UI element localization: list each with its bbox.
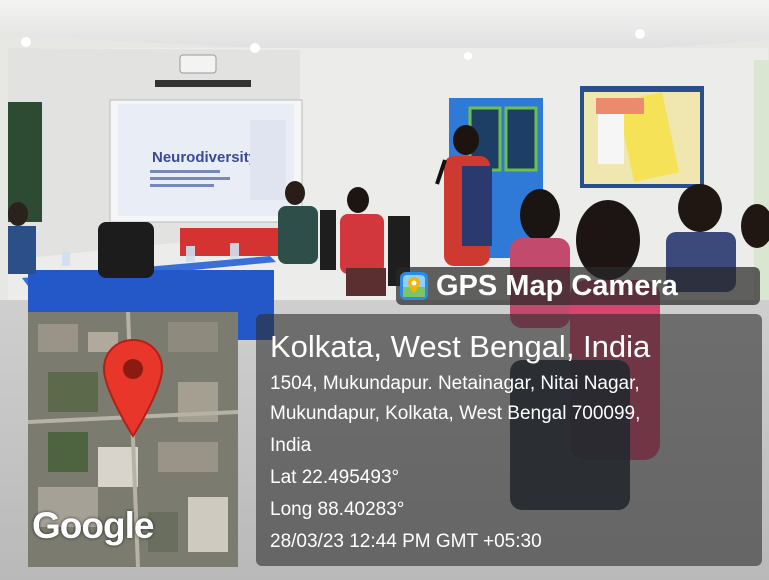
- address-line-2: Mukundapur, Kolkata, West Bengal 700099,: [270, 403, 641, 424]
- photo-frame: Neurodiversity: GPS Map Camera Google Ko…: [0, 0, 769, 580]
- latitude: Lat 22.495493°: [270, 467, 400, 488]
- location-title: Kolkata, West Bengal, India: [270, 329, 651, 364]
- address-line-3: India: [270, 435, 312, 456]
- slide-title: Neurodiversity:: [152, 149, 262, 166]
- longitude: Long 88.40283°: [270, 499, 405, 520]
- map-thumbnail: Google: [28, 312, 238, 567]
- address-line-1: 1504, Mukundapur. Netainagar, Nitai Naga…: [270, 373, 640, 394]
- app-icon: [400, 272, 428, 300]
- app-name: GPS Map Camera: [436, 270, 678, 302]
- timestamp: 28/03/23 12:44 PM GMT +05:30: [270, 531, 542, 552]
- map-pin-icon: [102, 338, 164, 438]
- app-badge: GPS Map Camera: [396, 267, 760, 305]
- map-logo: Google: [32, 505, 154, 546]
- location-info-panel: Kolkata, West Bengal, India 1504, Mukund…: [256, 314, 762, 566]
